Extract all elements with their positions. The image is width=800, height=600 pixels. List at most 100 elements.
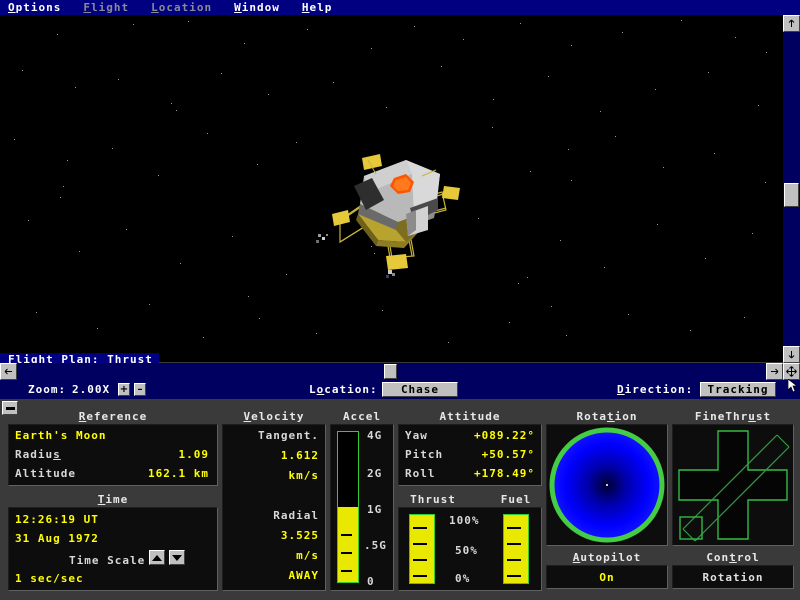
menu-label-options: ptions — [15, 1, 62, 14]
time-scale-decrease-button[interactable] — [169, 550, 185, 565]
control-readout[interactable]: Rotation — [672, 565, 794, 589]
lunar-module-craft — [316, 154, 460, 278]
zoom-label: Zoom: — [28, 383, 67, 396]
velocity-title: Velocity — [243, 410, 305, 423]
direction-dropdown[interactable]: Tracking — [700, 382, 776, 397]
menu-item-flight[interactable]: Flight — [83, 0, 129, 15]
vertical-scrollbar[interactable] — [783, 15, 800, 363]
zoom-value: 2.00X — [72, 383, 111, 396]
autopilot-title: Autopilot — [572, 551, 642, 564]
menu-item-window[interactable]: Window — [234, 0, 280, 15]
accel-gauge — [337, 431, 359, 583]
reference-title: Reference — [78, 410, 148, 423]
time-box: 12:26:19 UT 31 Aug 1972 Time Scale 1 sec… — [8, 507, 218, 591]
menu-item-options[interactable]: Options — [8, 0, 61, 15]
time-scale-increase-button[interactable] — [149, 550, 165, 565]
tangent-label: Tangent. — [258, 429, 319, 442]
radial-label: Radial — [273, 509, 319, 522]
scroll-down-icon[interactable] — [783, 346, 800, 363]
control-title: Control — [706, 551, 760, 564]
accel-scale-1g: 1G — [367, 503, 383, 516]
triangle-down-icon — [172, 554, 182, 561]
horizontal-scrollbar[interactable] — [0, 363, 783, 380]
accel-title: Accel — [342, 410, 382, 423]
rotation-box[interactable] — [546, 424, 668, 546]
altitude-value: 162.1 km — [148, 467, 209, 480]
tangent-unit: km/s — [288, 469, 319, 482]
roll-label: Roll — [405, 467, 436, 480]
fuel-title: Fuel — [500, 493, 532, 506]
menu-label-help: elp — [309, 1, 333, 14]
fuel-tick-1 — [507, 527, 522, 529]
radius-value: 1.09 — [178, 448, 209, 461]
autopilot-readout[interactable]: On — [546, 565, 668, 589]
control-strip: Zoom: 2.00X + – Location: Chase Directio… — [0, 380, 800, 399]
thrust-gauge[interactable] — [409, 514, 435, 584]
pitch-value: +50.57° — [481, 448, 535, 461]
vertical-scroll-thumb[interactable] — [784, 183, 799, 207]
time-date: 31 Aug 1972 — [15, 532, 99, 545]
time-clock: 12:26:19 UT — [15, 513, 99, 526]
attitude-box: Yaw +089.22° Pitch +50.57° Roll +178.49° — [398, 424, 542, 486]
accel-tick-3 — [340, 570, 353, 572]
finethrust-title: FineThrust — [694, 410, 772, 423]
accel-tick-1 — [340, 534, 353, 536]
radial-direction: AWAY — [288, 569, 319, 582]
tangent-value: 1.612 — [280, 449, 319, 462]
fuel-tick-3 — [507, 559, 522, 561]
zoom-in-button[interactable]: + — [118, 383, 130, 396]
radial-unit: m/s — [296, 549, 319, 562]
reference-box: Earth's Moon Radius 1.09 Altitude 162.1 … — [8, 424, 218, 486]
fuel-gauge — [503, 514, 529, 584]
zoom-out-button[interactable]: – — [134, 383, 146, 396]
yaw-value: +089.22° — [474, 429, 535, 442]
thrust-scale-100: 100% — [449, 514, 480, 527]
time-title: Time — [97, 493, 129, 506]
roll-value: +178.49° — [474, 467, 535, 480]
menu-label-location: ocation — [158, 1, 213, 14]
accel-scale-2g: 2G — [367, 467, 383, 480]
menu-label-window: indow — [241, 1, 280, 14]
location-dropdown[interactable]: Chase — [382, 382, 458, 397]
application-window: Options Flight Location Window Help Flig… — [0, 0, 800, 600]
accel-scale-05g: .5G — [364, 539, 387, 552]
radius-label: Radius — [15, 448, 61, 461]
thrust-scale-0: 0% — [455, 572, 471, 585]
scroll-left-icon[interactable] — [0, 363, 17, 380]
accel-box: 4G 2G 1G .5G 0 — [330, 424, 394, 591]
resize-move-icon[interactable] — [783, 363, 800, 380]
velocity-box: Tangent. 1.612 km/s Radial 3.525 m/s AWA… — [222, 424, 326, 591]
menu-label-flight: light — [91, 1, 130, 14]
flight-plan-bar: Flight Plan: Thrust — [0, 348, 783, 367]
menu-item-help[interactable]: Help — [302, 0, 333, 15]
horizontal-scroll-thumb[interactable] — [384, 364, 397, 379]
altitude-label: Altitude — [15, 467, 76, 480]
accel-tick-2 — [340, 552, 353, 554]
attitude-title: Attitude — [439, 410, 501, 423]
triangle-up-icon — [152, 554, 162, 561]
finethrust-cross-icon — [678, 430, 790, 542]
space-viewport[interactable] — [0, 15, 783, 348]
direction-label: Direction: — [617, 383, 694, 396]
pitch-label: Pitch — [405, 448, 444, 461]
menu-item-location[interactable]: Location — [151, 0, 212, 15]
scroll-right-icon[interactable] — [766, 363, 783, 380]
time-scale-value: 1 sec/sec — [15, 572, 84, 585]
scroll-up-icon[interactable] — [783, 15, 800, 32]
rotation-sphere-icon — [549, 427, 665, 543]
thrust-gauge-fill — [410, 515, 434, 583]
thrust-tick-3 — [413, 559, 428, 561]
thrust-fuel-box: 100% 50% 0% — [398, 507, 542, 591]
finethrust-box[interactable] — [672, 424, 794, 546]
thrust-title: Thrust — [410, 493, 456, 506]
reference-body-name: Earth's Moon — [15, 429, 107, 442]
location-label: Location: — [309, 383, 378, 396]
thrust-tick-4 — [413, 575, 428, 577]
thrust-scale-50: 50% — [455, 544, 478, 557]
instrument-panel: Reference Earth's Moon Radius 1.09 Altit… — [0, 399, 800, 600]
accel-scale-0: 0 — [367, 575, 375, 588]
time-scale-label: Time Scale — [69, 554, 146, 567]
fuel-tick-4 — [507, 575, 522, 577]
yaw-label: Yaw — [405, 429, 428, 442]
radial-value: 3.525 — [280, 529, 319, 542]
